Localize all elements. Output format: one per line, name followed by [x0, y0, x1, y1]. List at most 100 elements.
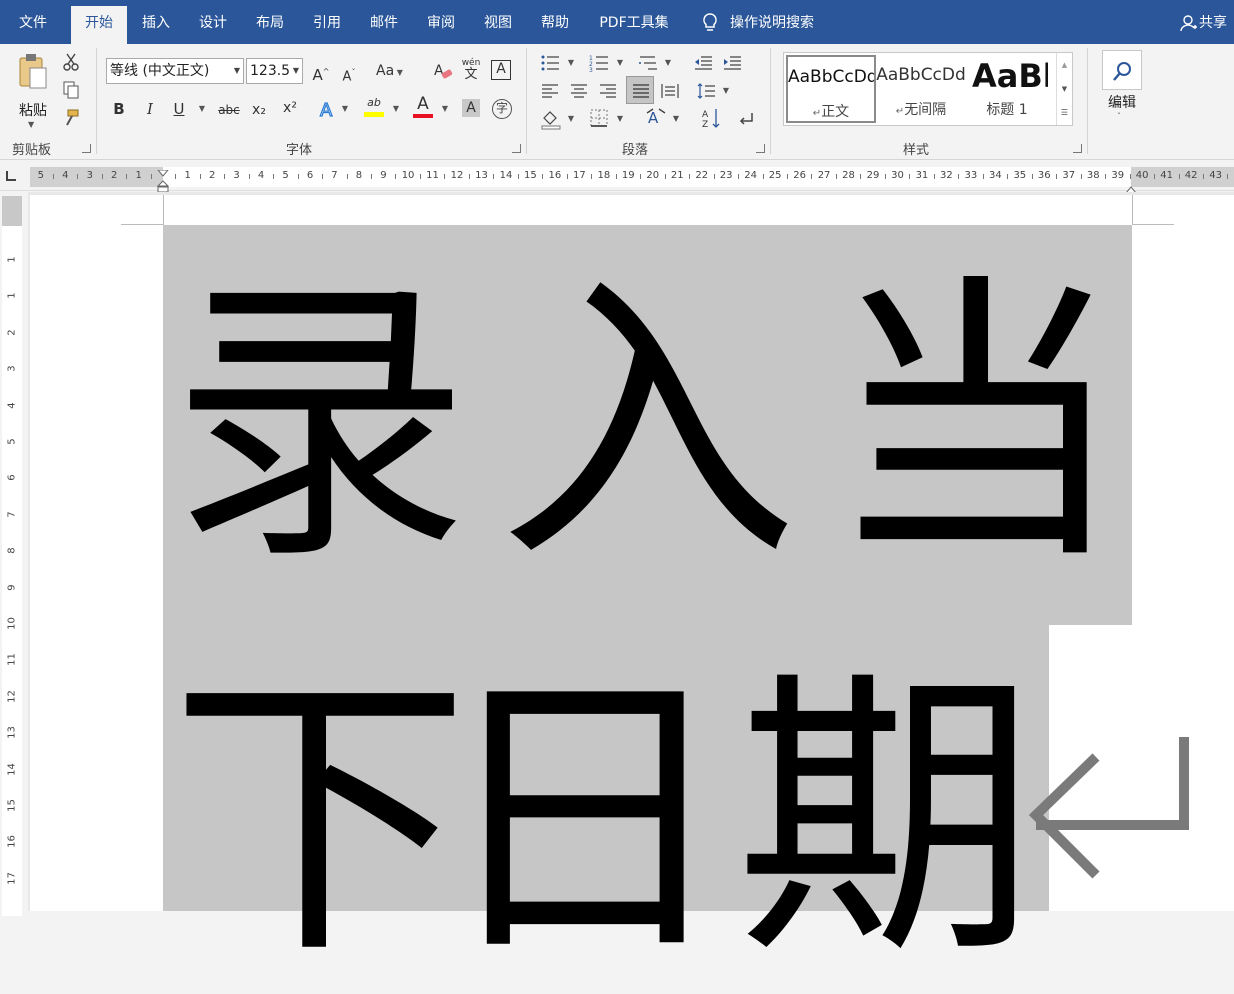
- gallery-scroll-down-icon[interactable]: ▼: [1056, 77, 1072, 101]
- show-paragraph-marks-icon[interactable]: [736, 107, 758, 129]
- doc-char[interactable]: 下: [170, 670, 470, 970]
- font-name-combo[interactable]: 等线 (中文正文) ▼: [106, 58, 244, 84]
- ruler-tick: [615, 174, 617, 179]
- shrink-font-icon[interactable]: Aˇ: [340, 63, 358, 84]
- underline-button[interactable]: U: [170, 99, 188, 119]
- vertical-ruler[interactable]: 1 1 2 3 4 5 6 7 8 9 10 11 12 13 14 15 16 17: [0, 192, 28, 916]
- format-painter-icon[interactable]: [62, 108, 82, 128]
- chevron-down-icon[interactable]: ▼: [440, 99, 450, 119]
- clear-formatting-icon[interactable]: A: [432, 60, 454, 82]
- character-shading-icon[interactable]: A: [462, 99, 480, 117]
- tab-pdf-tools[interactable]: PDF工具集: [590, 0, 678, 44]
- chevron-down-icon[interactable]: ▼: [671, 109, 681, 129]
- ruler-number: 36: [1037, 170, 1051, 181]
- sort-icon[interactable]: AZ: [701, 107, 723, 130]
- paragraph-launcher-icon[interactable]: [756, 144, 765, 153]
- chevron-down-icon[interactable]: ▼: [391, 99, 401, 119]
- doc-char[interactable]: 录: [170, 275, 470, 575]
- subscript-button[interactable]: x₂: [249, 100, 269, 120]
- clipboard-launcher-icon[interactable]: [82, 144, 91, 153]
- chevron-down-icon[interactable]: ˇ: [1117, 112, 1121, 121]
- change-case-button[interactable]: Aa ▼: [376, 61, 412, 81]
- shading-icon[interactable]: [540, 108, 562, 130]
- copy-icon[interactable]: [62, 80, 82, 100]
- italic-button[interactable]: I: [141, 99, 159, 119]
- bullets-icon[interactable]: [540, 54, 560, 72]
- editing-label[interactable]: 编辑: [1102, 92, 1142, 112]
- first-line-indent-marker[interactable]: [156, 163, 170, 177]
- align-center-icon[interactable]: [569, 82, 589, 100]
- enclose-characters-icon[interactable]: 字: [492, 99, 512, 119]
- paste-button[interactable]: 粘贴 ▼: [14, 52, 52, 136]
- doc-char[interactable]: 期: [736, 670, 1036, 970]
- paragraph-mark-icon: ↵: [812, 108, 822, 119]
- chevron-down-icon[interactable]: ▼: [566, 109, 576, 129]
- document-page[interactable]: 录 入 当 下 日 期: [30, 195, 1234, 970]
- tab-home[interactable]: 开始: [71, 6, 127, 44]
- style-heading-1[interactable]: AaBb 标题 1: [966, 55, 1048, 123]
- tab-selector-icon[interactable]: [6, 171, 16, 181]
- ruler-number: 27: [817, 170, 831, 181]
- doc-char[interactable]: 日: [434, 670, 734, 970]
- doc-char[interactable]: 当: [826, 275, 1126, 575]
- chevron-down-icon[interactable]: ▼: [234, 59, 240, 83]
- align-left-icon[interactable]: [540, 82, 560, 100]
- tab-help[interactable]: 帮助: [531, 0, 579, 44]
- chevron-down-icon[interactable]: ▼: [340, 99, 350, 119]
- font-color-button[interactable]: A: [411, 96, 435, 122]
- chevron-down-icon[interactable]: ▼: [615, 53, 625, 73]
- character-border-icon[interactable]: A: [491, 60, 511, 80]
- chinese-layout-icon[interactable]: A: [645, 107, 667, 129]
- text-effects-icon[interactable]: A: [317, 98, 339, 121]
- tab-view[interactable]: 视图: [474, 0, 522, 44]
- multilevel-list-icon[interactable]: [638, 54, 658, 72]
- gallery-scroll-up-icon[interactable]: ▲: [1056, 53, 1072, 77]
- tab-mailings[interactable]: 邮件: [360, 0, 408, 44]
- font-launcher-icon[interactable]: [512, 144, 521, 153]
- tab-review[interactable]: 审阅: [417, 0, 465, 44]
- tell-me-search[interactable]: 操作说明搜索: [730, 0, 830, 44]
- grow-font-icon[interactable]: A^: [312, 62, 330, 84]
- line-spacing-icon[interactable]: [696, 82, 716, 100]
- ruler-number: 12: [6, 689, 18, 703]
- phonetic-guide-button[interactable]: wén 文: [461, 58, 481, 84]
- horizontal-ruler[interactable]: 5 4 3 2 1 1 2 3 4 5 6 7 8 9 10 11 12 13 14 15 16 17 18 19 20 21 22…: [0, 161, 1234, 194]
- chevron-down-icon[interactable]: ▼: [293, 59, 299, 83]
- hanging-indent-marker[interactable]: [156, 179, 170, 193]
- crop-mark: [1132, 224, 1174, 225]
- doc-char[interactable]: 入: [498, 275, 798, 575]
- find-button[interactable]: [1102, 50, 1142, 90]
- tab-file[interactable]: 文件: [8, 0, 58, 44]
- ruler-number: 4: [6, 401, 18, 409]
- scissors-icon[interactable]: [62, 52, 82, 72]
- highlight-color-button[interactable]: ab: [362, 96, 386, 122]
- chevron-down-icon[interactable]: ▼: [721, 81, 731, 101]
- align-right-icon[interactable]: [598, 82, 618, 100]
- style-no-spacing[interactable]: AaBbCcDd ↵无间隔: [876, 55, 966, 123]
- lightbulb-icon[interactable]: [700, 12, 720, 34]
- style-normal[interactable]: AaBbCcDd ↵正文: [786, 55, 876, 123]
- decrease-indent-icon[interactable]: [693, 54, 713, 72]
- distributed-icon[interactable]: [660, 82, 680, 100]
- tab-references[interactable]: 引用: [303, 0, 351, 44]
- tab-layout[interactable]: 布局: [246, 0, 294, 44]
- superscript-button[interactable]: x²: [280, 98, 300, 118]
- chevron-down-icon: ▼: [394, 68, 403, 77]
- share-button[interactable]: 共享: [1199, 0, 1233, 44]
- strikethrough-button[interactable]: abc: [216, 100, 242, 120]
- bold-button[interactable]: B: [110, 99, 128, 119]
- tab-insert[interactable]: 插入: [132, 0, 180, 44]
- borders-icon[interactable]: [589, 108, 609, 128]
- styles-launcher-icon[interactable]: [1073, 144, 1082, 153]
- chevron-down-icon[interactable]: ▼: [615, 109, 625, 129]
- numbering-icon[interactable]: 123: [589, 54, 609, 74]
- gallery-more-icon[interactable]: ☰: [1056, 101, 1072, 125]
- justify-button[interactable]: [626, 76, 654, 104]
- chevron-down-icon[interactable]: ▼: [663, 53, 673, 73]
- chevron-down-icon[interactable]: ▼: [566, 53, 576, 73]
- chevron-down-icon[interactable]: ▼: [197, 99, 207, 119]
- font-size-combo[interactable]: 123.5 ▼: [246, 58, 303, 84]
- font-group-label: 字体: [286, 143, 313, 158]
- increase-indent-icon[interactable]: [722, 54, 742, 72]
- tab-design[interactable]: 设计: [189, 0, 237, 44]
